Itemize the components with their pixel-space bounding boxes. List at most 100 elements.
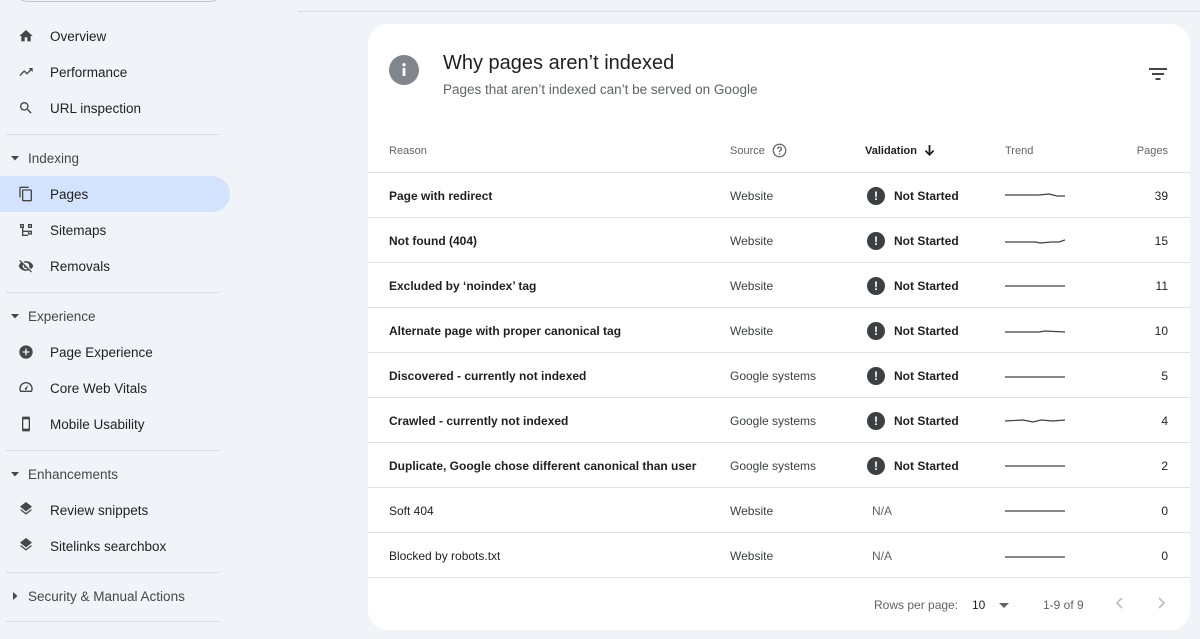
source-cell: Website bbox=[730, 548, 774, 563]
caret-down-icon bbox=[10, 153, 20, 163]
pages-count: 15 bbox=[1154, 233, 1168, 248]
table-row[interactable]: Soft 404 Website N/A 0 bbox=[368, 488, 1190, 533]
pages-count: 0 bbox=[1161, 548, 1168, 563]
layers-icon bbox=[18, 538, 34, 554]
trend-sparkline bbox=[1005, 488, 1065, 533]
section-experience[interactable]: Experience bbox=[0, 298, 230, 334]
card-subtitle: Pages that aren’t indexed can’t be serve… bbox=[443, 82, 758, 97]
reason-cell: Alternate page with proper canonical tag bbox=[389, 323, 622, 338]
sidebar-item-mobile-usability[interactable]: Mobile Usability bbox=[0, 406, 230, 442]
source-cell: Google systems bbox=[730, 368, 817, 383]
validation-status: N/A bbox=[872, 548, 893, 563]
section-security-manual-actions[interactable]: Security & Manual Actions bbox=[0, 578, 230, 614]
trend-sparkline bbox=[1005, 263, 1065, 308]
sidebar-item-label: Performance bbox=[50, 64, 128, 80]
column-reason[interactable]: Reason bbox=[389, 128, 427, 173]
table-row[interactable]: Crawled - currently not indexed Google sy… bbox=[368, 398, 1190, 443]
section-label: Security & Manual Actions bbox=[28, 588, 185, 604]
sidebar-item-overview[interactable]: Overview bbox=[0, 18, 230, 54]
validation-cell: N/A bbox=[867, 488, 892, 533]
reason-cell: Page with redirect bbox=[389, 188, 493, 203]
rows-per-page-select[interactable]: 10 bbox=[972, 598, 985, 612]
table-row[interactable]: Page with redirect Website! Not Started 39 bbox=[368, 173, 1190, 218]
table-row[interactable]: Duplicate, Google chose different canoni… bbox=[368, 443, 1190, 488]
validation-cell: N/A bbox=[867, 533, 892, 578]
pagination-range: 1-9 of 9 bbox=[1043, 598, 1084, 612]
source-cell: Website bbox=[730, 278, 774, 293]
sidebar: Overview Performance URL inspection Inde… bbox=[0, 0, 240, 639]
validation-cell: ! Not Started bbox=[867, 263, 959, 308]
sidebar-item-label: Overview bbox=[50, 28, 107, 44]
sidebar-item-performance[interactable]: Performance bbox=[0, 54, 230, 90]
validation-status: Not Started bbox=[894, 458, 959, 473]
validation-status: Not Started bbox=[894, 368, 959, 383]
sidebar-item-sitelinks-searchbox[interactable]: Sitelinks searchbox bbox=[0, 528, 230, 564]
pages-icon bbox=[18, 186, 34, 202]
pages-count: 0 bbox=[1161, 503, 1168, 518]
caret-right-icon bbox=[10, 591, 20, 601]
alert-icon: ! bbox=[867, 186, 885, 205]
sidebar-item-label: Sitelinks searchbox bbox=[50, 538, 167, 554]
table-row[interactable]: Excluded by ‘noindex’ tag Website ! Not Sta… bbox=[368, 263, 1190, 308]
next-page-icon[interactable] bbox=[1154, 596, 1168, 610]
pages-count: 2 bbox=[1161, 458, 1168, 473]
source-cell: Google systems bbox=[730, 458, 817, 473]
sidebar-item-sitemaps[interactable]: Sitemaps bbox=[0, 212, 230, 248]
trend-sparkline bbox=[1005, 218, 1065, 263]
table-row[interactable]: Blocked by robots.txt Website N/A 0 bbox=[368, 533, 1190, 578]
validation-cell: ! Not Started bbox=[867, 353, 959, 398]
validation-status: Not Started bbox=[894, 323, 959, 338]
gauge-icon bbox=[18, 380, 34, 396]
filter-button[interactable] bbox=[1146, 62, 1170, 86]
plus-circle-icon bbox=[18, 344, 34, 360]
sidebar-item-label: Pages bbox=[50, 186, 89, 202]
validation-cell: ! Not Started bbox=[867, 218, 959, 263]
sidebar-item-url-inspection[interactable]: URL inspection bbox=[0, 90, 230, 126]
arrow-down-icon bbox=[924, 144, 935, 156]
dropdown-arrow-icon[interactable] bbox=[998, 602, 1010, 609]
divider bbox=[6, 292, 219, 293]
column-source-label: Source bbox=[730, 144, 765, 157]
caret-down-icon bbox=[10, 469, 20, 479]
pages-count: 39 bbox=[1154, 188, 1168, 203]
sidebar-item-core-web-vitals[interactable]: Core Web Vitals bbox=[0, 370, 230, 406]
rows-per-page-label: Rows per page: bbox=[874, 598, 959, 612]
sidebar-item-removals[interactable]: Removals bbox=[0, 248, 230, 284]
sidebar-item-label: Page Experience bbox=[50, 344, 153, 360]
sitemap-icon bbox=[18, 222, 34, 238]
sidebar-item-label: Sitemaps bbox=[50, 222, 107, 238]
layers-icon bbox=[18, 502, 34, 518]
table-footer: Rows per page: 10 1-9 of 9 bbox=[368, 584, 1190, 624]
help-icon[interactable] bbox=[772, 143, 787, 158]
divider bbox=[6, 450, 219, 451]
section-indexing[interactable]: Indexing bbox=[0, 140, 230, 176]
source-cell: Website bbox=[730, 233, 774, 248]
phone-icon bbox=[18, 416, 34, 432]
divider bbox=[6, 134, 219, 135]
pages-count: 11 bbox=[1155, 278, 1168, 293]
validation-status: Not Started bbox=[894, 413, 959, 428]
table-row[interactable]: Not found (404) Website! Not Started 15 bbox=[368, 218, 1190, 263]
property-selector[interactable] bbox=[14, 0, 224, 2]
reason-cell: Excluded by ‘noindex’ tag bbox=[389, 278, 537, 293]
sidebar-item-label: Mobile Usability bbox=[50, 416, 145, 432]
table-row[interactable]: Alternate page with proper canonical tag… bbox=[368, 308, 1190, 353]
validation-status: Not Started bbox=[894, 233, 959, 248]
column-source[interactable]: Source bbox=[730, 128, 787, 173]
reason-cell: Blocked by robots.txt bbox=[389, 548, 501, 563]
divider bbox=[6, 572, 219, 573]
column-validation[interactable]: Validation bbox=[865, 128, 935, 173]
validation-cell: ! Not Started bbox=[867, 173, 959, 218]
table-row[interactable]: Discovered - currently not indexed Google… bbox=[368, 353, 1190, 398]
sidebar-item-page-experience[interactable]: Page Experience bbox=[0, 334, 230, 370]
source-cell: Website bbox=[730, 323, 774, 338]
sidebar-item-review-snippets[interactable]: Review snippets bbox=[0, 492, 230, 528]
trend-sparkline bbox=[1005, 443, 1065, 488]
section-label: Experience bbox=[28, 308, 96, 324]
section-label: Enhancements bbox=[28, 466, 119, 482]
section-enhancements[interactable]: Enhancements bbox=[0, 456, 230, 492]
reason-cell: Soft 404 bbox=[389, 503, 434, 518]
sidebar-item-pages[interactable]: Pages bbox=[0, 176, 230, 212]
column-pages[interactable]: Pages bbox=[1108, 128, 1168, 173]
prev-page-icon[interactable] bbox=[1113, 596, 1127, 610]
